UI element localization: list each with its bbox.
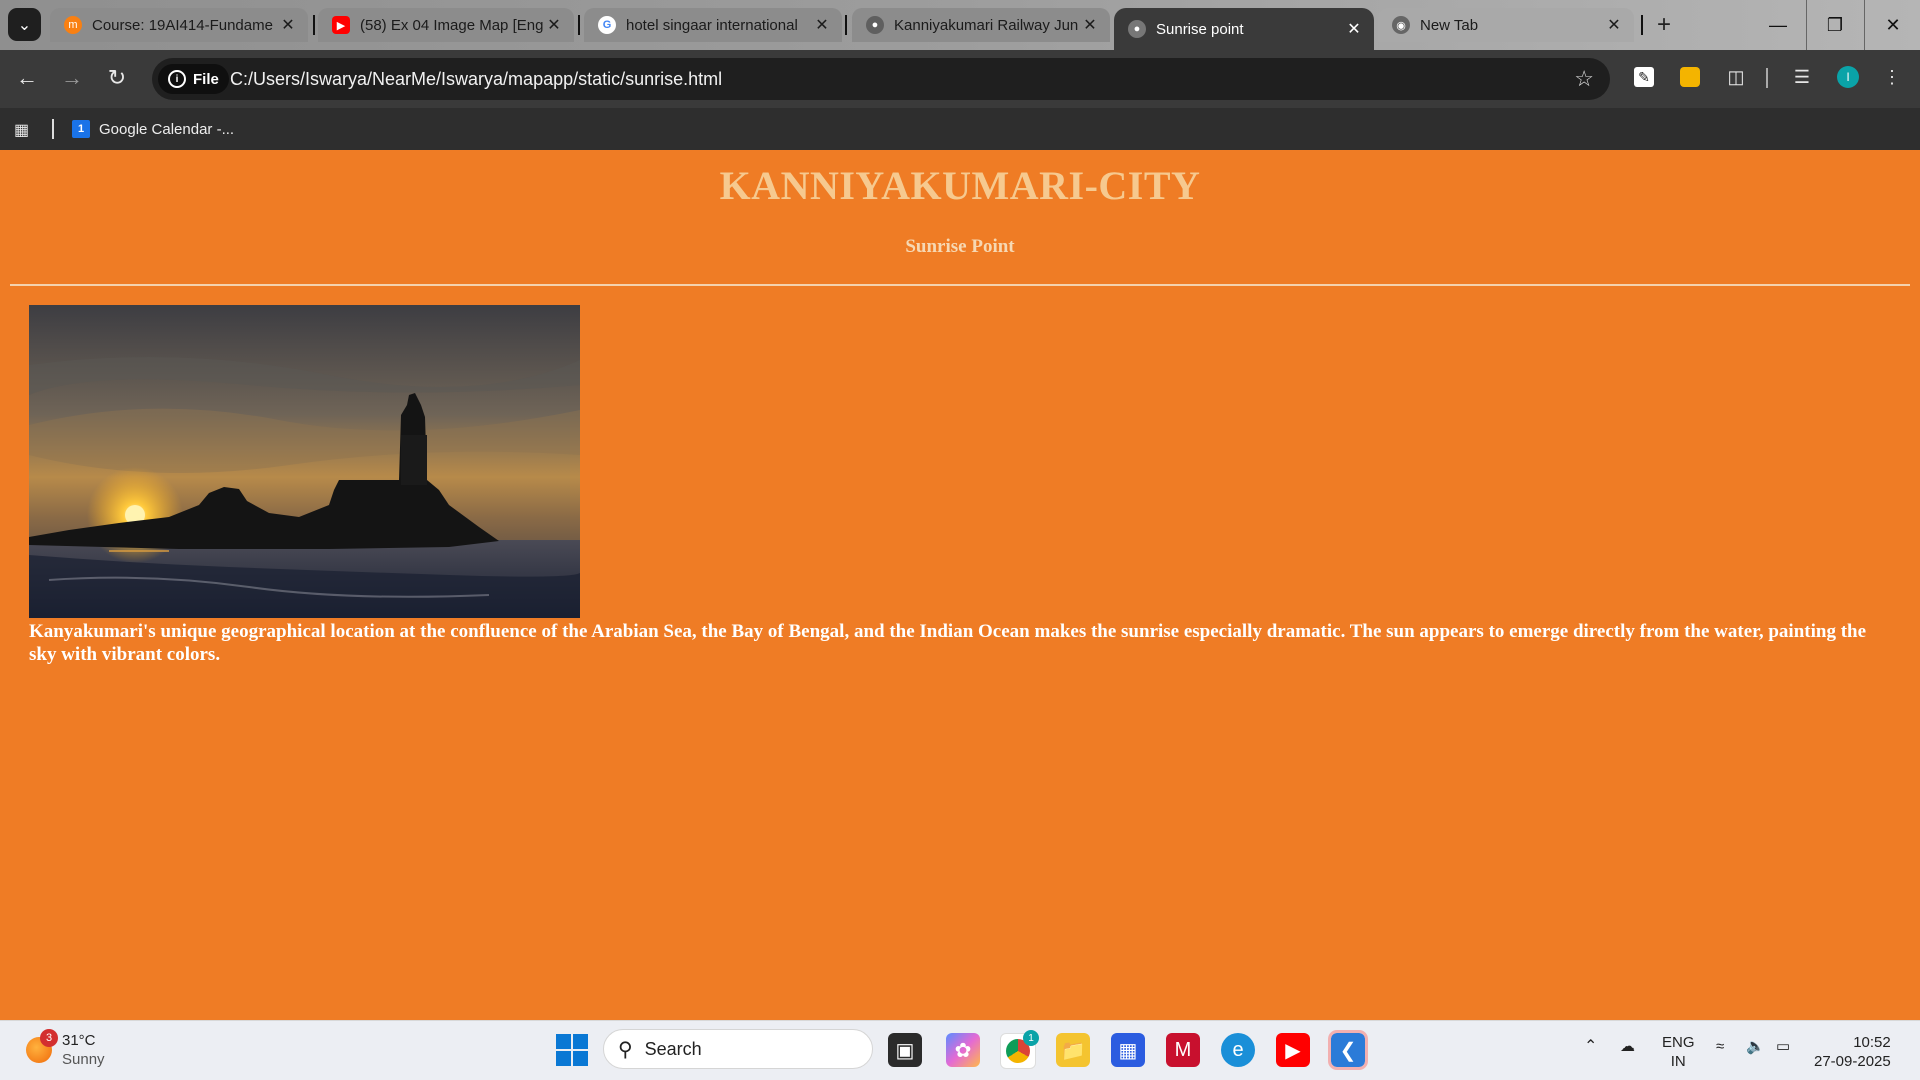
apps-grid-icon[interactable]: ▦ [14,120,29,140]
restore-button[interactable]: ❐ [1806,0,1863,50]
mcafee-icon[interactable]: M [1166,1033,1200,1067]
bookmark-label: Google Calendar -... [99,120,235,138]
tab-divider [313,15,315,35]
file-explorer-icon[interactable]: 📁 [1056,1033,1090,1067]
calendar-icon: 1 [72,120,90,138]
globe-icon: ● [866,16,884,34]
chrome-badge: 1 [1023,1030,1039,1046]
bookmark-google-calendar[interactable]: 1 Google Calendar -... [72,116,234,142]
close-icon[interactable]: ✕ [278,15,298,35]
google-icon: G [598,16,616,34]
page-title: KANNIYAKUMARI-CITY [719,163,1201,208]
tab-google-search[interactable]: G hotel singaar international ✕ [584,8,842,42]
extensions-puzzle-icon[interactable]: ◫ [1722,63,1750,91]
url-text[interactable]: C:/Users/Iswarya/NearMe/Iswarya/mapapp/s… [230,69,722,90]
horizontal-rule [10,284,1910,286]
tab-sunrise-point[interactable]: ● Sunrise point ✕ [1114,8,1374,50]
close-icon[interactable]: ✕ [544,15,564,35]
youtube-app-icon[interactable]: ▶ [1276,1033,1310,1067]
page-content: KANNIYAKUMARI-CITY Sunrise Point Kanyaku… [0,150,1920,1020]
reload-icon: ↻ [107,65,127,90]
reload-button[interactable]: ↻ [99,60,135,96]
avatar: I [1837,66,1859,88]
tab-railway[interactable]: ● Kanniyakumari Railway Jun ✕ [852,8,1110,42]
weather-temp: 31°C [62,1032,96,1049]
sun-icon: 3 [26,1029,58,1063]
onedrive-icon[interactable]: ☁ [1620,1037,1635,1056]
clock[interactable]: 10:52 27-09-2025 [1814,1033,1891,1071]
notes-extension-icon[interactable]: ✎ [1630,63,1658,91]
bookmark-divider [52,119,54,139]
microsoft-store-icon[interactable]: ▦ [1111,1033,1145,1067]
tab-title: hotel singaar international [626,16,798,34]
globe-icon: ● [1128,20,1146,38]
chrome-taskbar-icon[interactable]: 1 [1000,1030,1039,1069]
tab-title: Kanniyakumari Railway Jun [894,16,1079,34]
weather-widget[interactable]: 3 31°C Sunny [26,1029,105,1069]
edge-icon[interactable]: e [1221,1033,1255,1067]
scheme-label: File [193,70,219,88]
tab-new-tab[interactable]: ◉ New Tab ✕ [1378,8,1634,42]
tab-search-button[interactable]: ⌄ [8,8,41,41]
tab-divider [845,15,847,35]
notification-badge: 3 [40,1029,58,1047]
sunrise-photo [29,305,580,618]
chrome-icon: ◉ [1392,16,1410,34]
media-control-icon[interactable]: ☰ [1788,63,1816,91]
weather-condition: Sunny [62,1051,105,1068]
profile-button[interactable]: I [1834,63,1862,91]
search-icon: ⚲ [618,1038,633,1061]
keep-extension-icon[interactable] [1676,63,1704,91]
close-icon[interactable]: ✕ [1344,19,1364,39]
arrow-right-icon: → [61,65,83,90]
task-view-icon[interactable]: ▣ [888,1033,922,1067]
taskbar-search[interactable]: ⚲ Search [603,1029,873,1069]
tab-strip: ⌄ m Course: 19AI414-Fundame ✕ ▶ (58) Ex … [0,0,1920,50]
moodle-icon: m [64,16,82,34]
youtube-icon: ▶ [332,16,350,34]
vscode-icon[interactable]: ❮ [1328,1030,1368,1070]
language-indicator[interactable]: ENG IN [1662,1033,1695,1071]
tab-youtube[interactable]: ▶ (58) Ex 04 Image Map [Eng ✕ [318,8,574,42]
page-subtitle: Sunrise Point [905,236,1015,257]
tab-divider [1641,15,1643,35]
volume-icon[interactable]: 🔈 [1746,1037,1765,1056]
wifi-icon[interactable]: ≈ [1716,1037,1724,1056]
clock-date: 27-09-2025 [1814,1053,1891,1070]
clock-time: 10:52 [1853,1034,1891,1051]
lang-line1: ENG [1662,1034,1695,1051]
forward-button[interactable]: → [54,60,90,96]
new-tab-button[interactable]: + [1650,12,1678,40]
tab-divider [578,15,580,35]
site-info-chip[interactable]: i File [158,64,229,94]
show-hidden-icons-chevron-icon[interactable]: ⌃ [1584,1037,1597,1056]
toolbar-divider [1766,68,1768,88]
more-menu-icon[interactable]: ⋮ [1878,63,1906,91]
search-label: Search [644,1038,702,1059]
tab-course[interactable]: m Course: 19AI414-Fundame ✕ [50,8,308,42]
battery-icon[interactable]: ▭ [1776,1037,1790,1056]
copilot-icon[interactable]: ✿ [946,1033,980,1067]
bookmarks-bar: ▦ 1 Google Calendar -... [0,108,1920,150]
windows-taskbar: 3 31°C Sunny ⚲ Search ▣ ✿ 1 📁 ▦ M e ▶ ❮ … [0,1020,1920,1080]
address-bar[interactable]: i File C:/Users/Iswarya/NearMe/Iswarya/m… [152,58,1610,100]
bookmark-star-icon[interactable]: ☆ [1574,66,1594,92]
close-icon[interactable]: ✕ [812,15,832,35]
description-text: Kanyakumari's unique geographical locati… [29,621,1867,665]
close-icon[interactable]: ✕ [1080,15,1100,35]
start-button[interactable] [556,1034,588,1066]
tab-title: Course: 19AI414-Fundame [92,16,273,34]
tab-title: New Tab [1420,16,1479,34]
close-window-button[interactable]: ✕ [1864,0,1920,50]
close-icon[interactable]: ✕ [1604,15,1624,35]
tab-title: Sunrise point [1156,20,1244,38]
info-icon: i [168,70,186,88]
browser-toolbar: ← → ↻ i File C:/Users/Iswarya/NearMe/Isw… [0,50,1920,108]
tab-title: (58) Ex 04 Image Map [Eng [360,16,544,34]
arrow-left-icon: ← [16,65,38,90]
chevron-down-icon: ⌄ [17,16,32,34]
minimize-button[interactable]: — [1750,0,1806,50]
lang-line2: IN [1670,1053,1686,1070]
back-button[interactable]: ← [9,60,45,96]
